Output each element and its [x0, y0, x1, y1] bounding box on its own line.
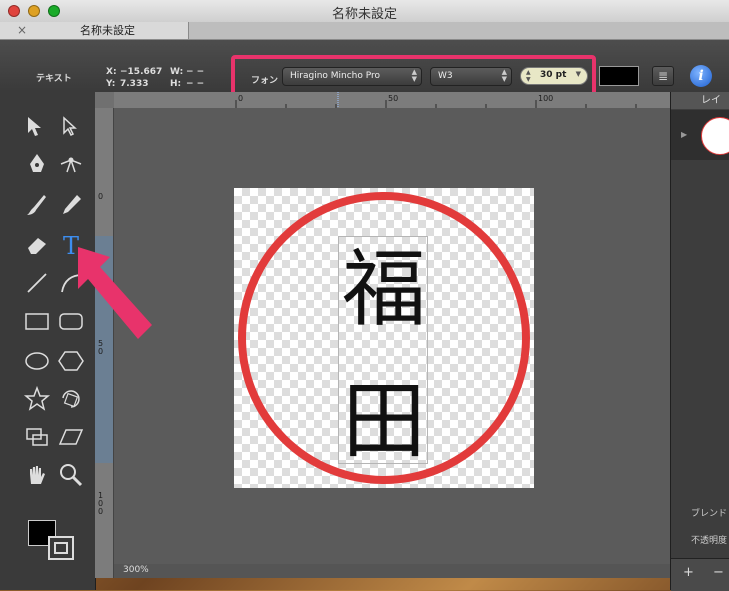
document-tab[interactable]: × 名称未設定: [0, 22, 189, 39]
remove-layer-button[interactable]: −: [713, 565, 724, 580]
ruler-label: 1 0 0: [98, 491, 104, 516]
align-button[interactable]: ≣: [652, 66, 674, 86]
skew-icon[interactable]: [56, 422, 86, 452]
annotation-arrow: [78, 247, 152, 339]
align-icon: ≣: [657, 69, 669, 83]
ruler-label: 100: [538, 94, 554, 103]
pen-icon[interactable]: [22, 150, 52, 180]
hexagon-icon[interactable]: [56, 346, 86, 376]
h-value: − −: [186, 79, 205, 89]
status-bar: 300%: [114, 564, 670, 578]
horizontal-ruler[interactable]: 0 50 100: [114, 92, 670, 109]
rectangle-icon[interactable]: [22, 306, 52, 336]
eraser-icon[interactable]: [22, 230, 52, 260]
close-tab-icon[interactable]: ×: [17, 22, 27, 39]
ellipse-icon[interactable]: [22, 346, 52, 376]
tab-label: 名称未設定: [80, 24, 135, 37]
x-label: X:: [106, 67, 117, 77]
pencil-icon[interactable]: [56, 190, 86, 220]
opacity-label: 不透明度: [691, 536, 728, 546]
hand-icon[interactable]: [22, 460, 52, 490]
layers-footer: + −: [671, 558, 729, 591]
rotate-icon[interactable]: [56, 384, 86, 414]
star-icon[interactable]: [22, 384, 52, 414]
window-title: 名称未設定: [331, 7, 397, 22]
w-value: − −: [186, 67, 205, 77]
zoom-icon[interactable]: [56, 460, 86, 490]
layer-row[interactable]: ▶: [671, 110, 729, 160]
ruler-label: 50: [388, 94, 399, 103]
frame-icon[interactable]: [22, 422, 52, 452]
select-icon[interactable]: [22, 113, 52, 143]
mode-label: テキスト: [36, 74, 72, 84]
text-char-2: 田: [341, 372, 426, 470]
h-label: H:: [170, 79, 182, 89]
node-icon[interactable]: [56, 150, 86, 180]
fill-stroke-swatch[interactable]: [28, 520, 78, 562]
zoom-level[interactable]: 300%: [123, 565, 149, 575]
text-color-well[interactable]: [599, 66, 639, 86]
y-value: 7.333: [120, 79, 149, 89]
brush-icon[interactable]: [22, 190, 52, 220]
ruler-label: 0: [98, 192, 104, 201]
vertical-text-box[interactable]: 福 田: [338, 236, 428, 469]
disclosure-triangle-icon[interactable]: ▶: [681, 130, 687, 139]
layers-header[interactable]: レイヤ: [671, 92, 729, 123]
layers-panel: レイヤ ▶ ブレンド 不透明度 + −: [670, 92, 729, 591]
window-titlebar: 名称未設定: [0, 0, 729, 23]
x-value: −15.667: [120, 67, 163, 77]
tab-bar: × 名称未設定: [0, 22, 729, 40]
ruler-corner: [95, 92, 114, 108]
line-icon[interactable]: [22, 268, 52, 298]
blend-label: ブレンド: [691, 509, 728, 519]
info-icon[interactable]: i: [690, 65, 712, 87]
text-char-1: 福: [341, 240, 426, 338]
ruler-label: 0: [238, 94, 244, 103]
layer-thumbnail: [701, 117, 729, 155]
add-layer-button[interactable]: +: [683, 565, 694, 580]
w-label: W:: [170, 67, 184, 77]
y-label: Y:: [106, 79, 116, 89]
direct-select-icon[interactable]: [56, 113, 86, 143]
